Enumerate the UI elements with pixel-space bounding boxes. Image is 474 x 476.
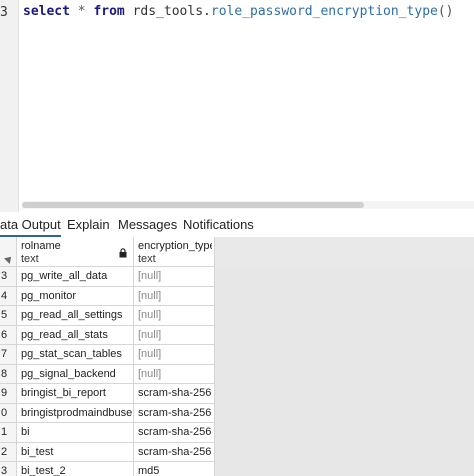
row-number-cell[interactable]: 6 — [0, 325, 17, 345]
rolname-cell[interactable]: bringist_bi_report — [17, 384, 134, 404]
row-number-cell[interactable]: 0 — [0, 403, 17, 423]
encryption-type-cell[interactable]: scram-sha-256 — [134, 403, 215, 423]
encryption-type-cell[interactable]: [null] — [134, 267, 215, 287]
column-name: encryption_type — [138, 240, 212, 252]
tab-messages[interactable]: Messages — [118, 217, 177, 232]
grid-empty-area — [215, 267, 474, 476]
encryption-type-cell[interactable]: scram-sha-256 — [134, 423, 215, 443]
table-row[interactable]: 1 bi scram-sha-256 — [0, 423, 215, 443]
encryption-type-cell[interactable]: md5 — [134, 462, 215, 476]
rolname-cell[interactable]: pg_read_all_settings — [17, 306, 134, 326]
row-number-cell[interactable]: 5 — [0, 306, 17, 326]
line-number: 3 — [0, 5, 8, 20]
row-number-cell[interactable]: 3 — [0, 462, 17, 476]
star-operator: * — [77, 4, 86, 19]
row-number-cell[interactable]: 3 — [0, 267, 17, 287]
sql-editor[interactable]: 3 select * from rds_tools.role_password_… — [0, 0, 474, 212]
row-number-cell[interactable]: 7 — [0, 345, 17, 365]
table-row[interactable]: 6 pg_read_all_stats [null] — [0, 325, 215, 345]
table-row[interactable]: 7 pg_stat_scan_tables [null] — [0, 345, 215, 365]
table-row[interactable]: 4 pg_monitor [null] — [0, 286, 215, 306]
function-name: role_password_encryption_type — [210, 4, 438, 19]
table-row[interactable]: 5 pg_read_all_settings [null] — [0, 306, 215, 326]
tab-notifications[interactable]: Notifications — [183, 217, 254, 232]
row-number-cell[interactable]: 8 — [0, 364, 17, 384]
rolname-cell[interactable]: bi_test_2 — [17, 462, 134, 476]
row-number-cell[interactable]: 9 — [0, 384, 17, 404]
encryption-type-cell[interactable]: scram-sha-256 — [134, 384, 215, 404]
horizontal-scrollbar-thumb[interactable] — [22, 202, 364, 208]
encryption-type-cell[interactable]: [null] — [134, 306, 215, 326]
tab-data-output[interactable]: ata Output — [0, 217, 61, 237]
parentheses: () — [437, 4, 454, 19]
rolname-cell[interactable]: pg_stat_scan_tables — [17, 345, 134, 365]
table-row[interactable]: 0 bringistprodmaindbuser scram-sha-256 — [0, 403, 215, 423]
data-output-grid: rolname text encryption_type text 3 pg_wr… — [0, 237, 474, 476]
rolname-cell[interactable]: pg_write_all_data — [17, 267, 134, 287]
encryption-type-cell[interactable]: [null] — [134, 325, 215, 345]
table-row[interactable]: 2 bi_test scram-sha-256 — [0, 442, 215, 462]
encryption-type-cell[interactable]: [null] — [134, 345, 215, 365]
column-header-rolname[interactable]: rolname text — [17, 237, 134, 267]
encryption-type-cell[interactable]: [null] — [134, 364, 215, 384]
encryption-type-cell[interactable]: [null] — [134, 286, 215, 306]
lock-icon — [119, 248, 127, 258]
table-row[interactable]: 8 pg_signal_backend [null] — [0, 364, 215, 384]
row-number-header[interactable] — [0, 237, 17, 267]
keyword-select: select — [23, 4, 70, 19]
row-number-cell[interactable]: 1 — [0, 423, 17, 443]
row-number-cell[interactable]: 4 — [0, 286, 17, 306]
table-row[interactable]: 3 pg_write_all_data [null] — [0, 267, 215, 287]
schema-name: rds_tools. — [132, 4, 211, 19]
rolname-cell[interactable]: bi_test — [17, 442, 134, 462]
rolname-cell[interactable]: pg_read_all_stats — [17, 325, 134, 345]
tab-explain[interactable]: Explain — [67, 217, 110, 232]
column-header-encryption-type[interactable]: encryption_type text — [134, 237, 215, 267]
rolname-cell[interactable]: pg_monitor — [17, 286, 134, 306]
code-line[interactable]: select * from rds_tools.role_password_en… — [23, 4, 454, 19]
rolname-cell[interactable]: pg_signal_backend — [17, 364, 134, 384]
sort-indicator-icon — [4, 254, 14, 264]
table-row[interactable]: 3 bi_test_2 md5 — [0, 462, 215, 476]
row-number-cell[interactable]: 2 — [0, 442, 17, 462]
keyword-from: from — [93, 4, 125, 19]
output-tabs: ata Output Explain Messages Notification… — [0, 212, 474, 238]
rolname-cell[interactable]: bringistprodmaindbuser — [17, 403, 134, 423]
rolname-cell[interactable]: bi — [17, 423, 134, 443]
line-number-gutter: 3 — [0, 0, 19, 212]
column-type: text — [138, 253, 156, 265]
column-name: rolname — [21, 240, 61, 252]
encryption-type-cell[interactable]: scram-sha-256 — [134, 442, 215, 462]
column-type: text — [21, 253, 39, 265]
table-row[interactable]: 9 bringist_bi_report scram-sha-256 — [0, 384, 215, 404]
